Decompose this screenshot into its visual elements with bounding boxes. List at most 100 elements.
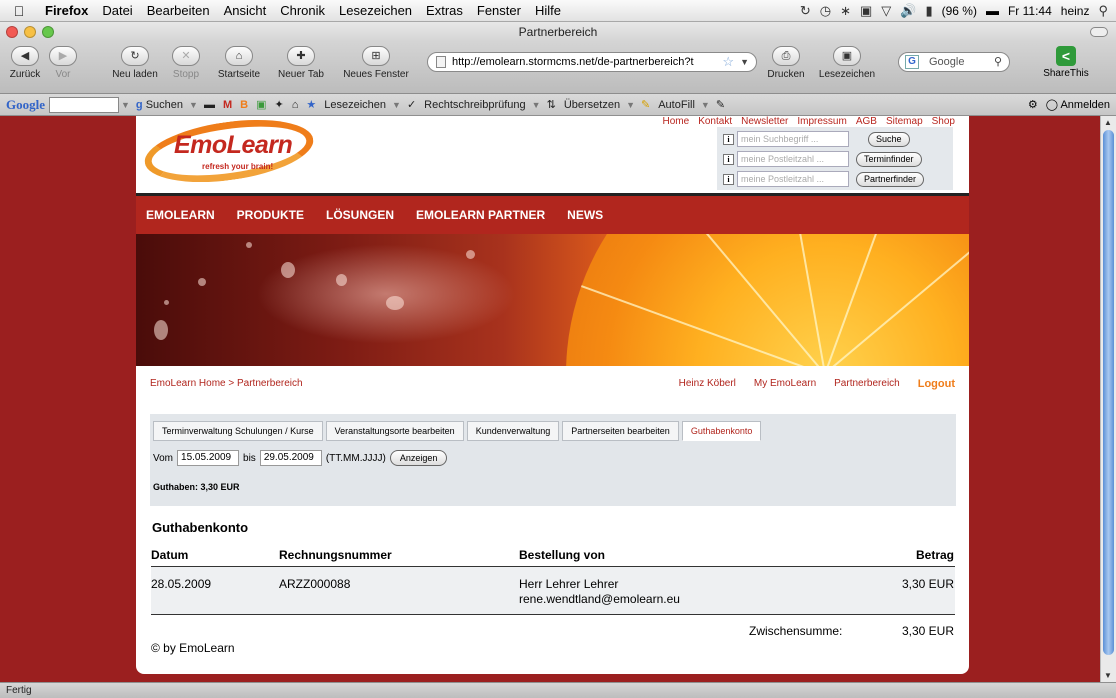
- bluetooth-icon[interactable]: ∗: [840, 3, 851, 19]
- chevron-down-icon[interactable]: ▼: [390, 100, 403, 110]
- partnerbereich-link[interactable]: Partnerbereich: [834, 378, 900, 390]
- terminfinder-button[interactable]: Terminfinder: [856, 151, 922, 167]
- top-link-newsletter[interactable]: Newsletter: [741, 116, 788, 127]
- gmail-icon[interactable]: M: [219, 99, 236, 111]
- google-toolbar-input[interactable]: [49, 96, 119, 113]
- minimize-window-button[interactable]: [24, 26, 36, 38]
- google-bookmarks-button[interactable]: Lesezeichen: [320, 99, 390, 111]
- pagerank-icon[interactable]: ▬: [200, 99, 219, 111]
- nav-partner[interactable]: EMOLEARN PARTNER: [416, 208, 545, 222]
- bookmarks-button[interactable]: ▣ Lesezeichen: [812, 46, 882, 80]
- search-icon[interactable]: ⚲: [994, 53, 1002, 71]
- keyword-input[interactable]: mein Suchbegriff ...: [737, 131, 849, 147]
- time-machine-icon[interactable]: ◷: [820, 3, 831, 19]
- translate-button[interactable]: Übersetzen: [560, 99, 624, 111]
- show-button[interactable]: Anzeigen: [389, 450, 448, 466]
- folder-icon[interactable]: ▣: [252, 98, 270, 111]
- tab-guthabenkonto[interactable]: Guthabenkonto: [681, 421, 762, 441]
- chevron-down-icon[interactable]: ▼: [187, 100, 200, 110]
- menu-ansicht[interactable]: Ansicht: [217, 3, 274, 18]
- wifi-icon[interactable]: ▽: [881, 3, 891, 19]
- top-link-impressum[interactable]: Impressum: [797, 116, 846, 127]
- flag-icon[interactable]: ▬: [986, 3, 999, 18]
- sync-icon[interactable]: ↻: [800, 3, 811, 19]
- home-toolbar-icon[interactable]: ⌂: [288, 99, 303, 111]
- tab-terminverwaltung[interactable]: Terminverwaltung Schulungen / Kurse: [153, 421, 323, 441]
- info-icon[interactable]: i: [723, 133, 734, 145]
- scrollbar-thumb[interactable]: [1103, 130, 1114, 655]
- menu-app[interactable]: Firefox: [38, 3, 95, 18]
- spotlight-icon[interactable]: ⚲: [1098, 3, 1108, 19]
- to-date-input[interactable]: 29.05.2009: [259, 450, 322, 466]
- nav-news[interactable]: NEWS: [567, 208, 603, 222]
- new-tab-button[interactable]: ✚ Neuer Tab: [272, 46, 330, 80]
- stop-button[interactable]: ✕ Stopp: [166, 46, 206, 80]
- new-window-button[interactable]: ⊞ Neues Fenster: [338, 46, 414, 80]
- top-link-agb[interactable]: AGB: [856, 116, 877, 127]
- display-icon[interactable]: ▣: [860, 3, 872, 19]
- toolbar-toggle-button[interactable]: [1090, 27, 1108, 37]
- url-dropdown-icon[interactable]: ▼: [740, 53, 749, 71]
- wrench-icon[interactable]: ⚙: [1028, 98, 1038, 111]
- print-button[interactable]: ⎙ Drucken: [766, 46, 806, 80]
- tab-partnerseiten[interactable]: Partnerseiten bearbeiten: [562, 421, 679, 441]
- forward-button[interactable]: ▶ Vor: [46, 46, 80, 80]
- close-window-button[interactable]: [6, 26, 18, 38]
- google-search-button[interactable]: g Suchen: [132, 99, 187, 111]
- search-engine-input[interactable]: G Google ⚲: [898, 52, 1010, 72]
- info-icon[interactable]: i: [723, 173, 734, 185]
- tab-veranstaltungsorte[interactable]: Veranstaltungsorte bearbeiten: [325, 421, 464, 441]
- menu-hilfe[interactable]: Hilfe: [528, 3, 568, 18]
- from-date-input[interactable]: 15.05.2009: [177, 450, 240, 466]
- menu-extras[interactable]: Extras: [419, 3, 470, 18]
- top-link-home[interactable]: Home: [663, 116, 690, 127]
- home-button[interactable]: ⌂ Startseite: [212, 46, 266, 80]
- nav-produkte[interactable]: PRODUKTE: [237, 208, 304, 222]
- logout-link[interactable]: Logout: [918, 378, 955, 390]
- my-emolearn-link[interactable]: My EmoLearn: [754, 378, 816, 390]
- tab-kundenverwaltung[interactable]: Kundenverwaltung: [466, 421, 560, 441]
- menu-bearbeiten[interactable]: Bearbeiten: [140, 3, 217, 18]
- url-bar[interactable]: http://emolearn.stormcms.net/de-partnerb…: [427, 52, 757, 72]
- star-icon[interactable]: ★: [302, 98, 320, 111]
- info-icon[interactable]: i: [723, 153, 734, 165]
- user-name-link[interactable]: Heinz Köberl: [679, 378, 736, 390]
- sharethis-button[interactable]: < ShareThis: [1036, 46, 1096, 79]
- partner-postcode-input[interactable]: meine Postleitzahl ...: [737, 171, 849, 187]
- google-engine-icon[interactable]: G: [905, 55, 919, 69]
- apple-icon[interactable]: : [0, 3, 38, 19]
- volume-icon[interactable]: 🔊: [900, 3, 916, 19]
- zoom-window-button[interactable]: [42, 26, 54, 38]
- partnerfinder-button[interactable]: Partnerfinder: [856, 171, 925, 187]
- emolearn-logo[interactable]: EmoLearn refresh your brain!: [140, 116, 318, 192]
- google-logo[interactable]: Google: [0, 97, 49, 113]
- pin-icon[interactable]: ✦: [270, 98, 287, 111]
- search-button[interactable]: Suche: [868, 131, 910, 147]
- top-link-sitemap[interactable]: Sitemap: [886, 116, 923, 127]
- blogger-icon[interactable]: B: [236, 99, 252, 111]
- bookmark-star-icon[interactable]: ☆: [722, 53, 734, 71]
- menubar-user[interactable]: heinz: [1061, 4, 1090, 18]
- event-postcode-input[interactable]: meine Postleitzahl ...: [737, 151, 849, 167]
- vertical-scrollbar[interactable]: ▲ ▼: [1100, 116, 1116, 682]
- chevron-down-icon[interactable]: ▼: [530, 100, 543, 110]
- menu-lesezeichen[interactable]: Lesezeichen: [332, 3, 419, 18]
- battery-icon[interactable]: ▮: [925, 3, 932, 19]
- menubar-clock[interactable]: Fr 11:44: [1008, 4, 1052, 18]
- spellcheck-button[interactable]: Rechtschreibprüfung: [420, 99, 530, 111]
- menu-chronik[interactable]: Chronik: [273, 3, 332, 18]
- chevron-down-icon[interactable]: ▼: [119, 100, 132, 110]
- menu-datei[interactable]: Datei: [95, 3, 139, 18]
- chevron-down-icon[interactable]: ▼: [624, 100, 637, 110]
- top-link-kontakt[interactable]: Kontakt: [698, 116, 732, 127]
- top-link-shop[interactable]: Shop: [932, 116, 955, 127]
- breadcrumb[interactable]: EmoLearn Home > Partnerbereich: [150, 378, 303, 389]
- chevron-down-icon[interactable]: ▼: [699, 100, 712, 110]
- nav-loesungen[interactable]: LÖSUNGEN: [326, 208, 394, 222]
- menu-fenster[interactable]: Fenster: [470, 3, 528, 18]
- back-button[interactable]: ◀ Zurück: [8, 46, 42, 80]
- reload-button[interactable]: ↻ Neu laden: [110, 46, 160, 80]
- nav-emolearn[interactable]: EMOLEARN: [146, 208, 215, 222]
- autofill-button[interactable]: AutoFill: [654, 99, 699, 111]
- scroll-down-icon[interactable]: ▼: [1104, 671, 1112, 680]
